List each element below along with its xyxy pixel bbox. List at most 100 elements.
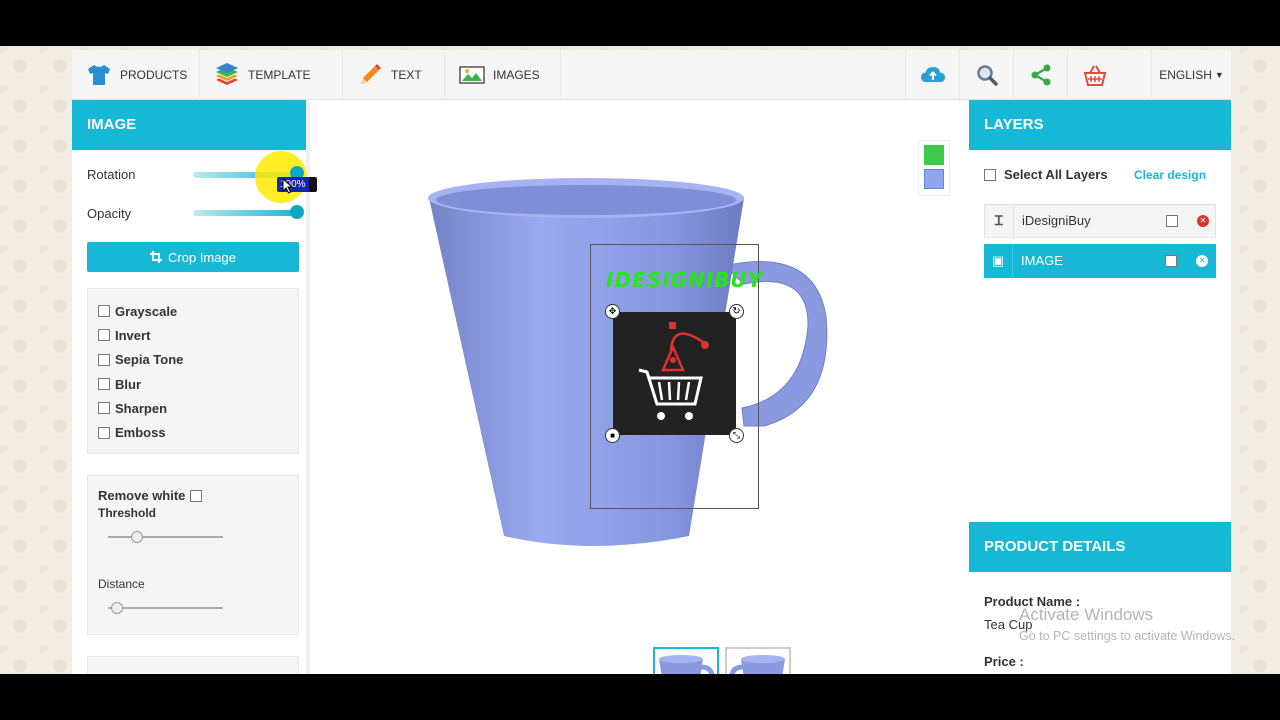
filter-label: Sepia Tone <box>115 352 184 368</box>
screen: PRODUCTS TEMPLATE TEXT IMAGES ENGLISH ▼ … <box>0 46 1280 674</box>
distance-slider-handle[interactable] <box>111 602 123 614</box>
select-all-layers[interactable]: Select All Layers <box>984 167 1108 182</box>
view-thumbnail-back[interactable] <box>725 647 791 674</box>
mouse-pointer-icon <box>282 178 294 194</box>
layer-visibility-checkbox[interactable] <box>1166 215 1178 227</box>
language-label: ENGLISH <box>1159 68 1212 82</box>
basket-icon <box>1083 65 1106 86</box>
view-thumbnail-front[interactable] <box>653 647 719 674</box>
clear-design-link[interactable]: Clear design <box>1134 168 1206 182</box>
text-layer-icon: Ꮖ <box>994 213 1004 228</box>
layer-row-text[interactable]: Ꮖ iDesigniBuy ✕ <box>984 204 1216 238</box>
remove-white-box: Remove white Threshold Distance <box>87 475 299 635</box>
nav-text-label: TEXT <box>391 68 422 82</box>
filters-box: Grayscale Invert Sepia Tone Blur Sharpen… <box>87 288 299 454</box>
select-all-label: Select All Layers <box>1004 167 1108 182</box>
color-swatch-blue[interactable] <box>924 169 944 189</box>
remove-white-checkbox[interactable] <box>190 489 203 502</box>
select-all-checkbox[interactable] <box>984 168 996 181</box>
cloud-upload-icon <box>920 67 945 82</box>
lock-handle-icon[interactable]: ■ <box>605 428 620 443</box>
filter-sepia-tone[interactable]: Sepia Tone <box>88 348 298 372</box>
opacity-slider-handle[interactable] <box>290 205 304 219</box>
remove-layer-icon[interactable]: ✕ <box>1197 215 1209 227</box>
price-label: Price : <box>984 654 1024 669</box>
search-button[interactable] <box>959 50 1013 100</box>
image-layer[interactable]: ✥ ↻ ■ ⤡ <box>605 304 744 443</box>
rotate-handle-icon[interactable]: ↻ <box>729 304 744 319</box>
caret-down-icon: ▼ <box>1214 70 1224 80</box>
nav-products-label: PRODUCTS <box>120 68 188 82</box>
checkbox[interactable] <box>98 353 110 366</box>
image-panel-title: IMAGE <box>72 100 306 150</box>
filter-label: Emboss <box>115 425 166 441</box>
windows-activation-watermark: Activate Windows Go to PC settings to ac… <box>1019 605 1235 643</box>
top-nav: PRODUCTS TEMPLATE TEXT IMAGES ENGLISH ▼ <box>72 50 1231 100</box>
threshold-label: Threshold <box>98 506 157 520</box>
nav-template-label: TEMPLATE <box>248 68 311 82</box>
layers-panel: LAYERS Select All Layers Clear design Ꮖ … <box>969 100 1231 674</box>
layer-visibility-checkbox[interactable] <box>1165 255 1177 267</box>
threshold-slider-handle[interactable] <box>131 531 143 543</box>
checkbox[interactable] <box>98 378 110 391</box>
filter-label: Invert <box>115 327 151 343</box>
remove-white-row: Remove white <box>98 488 207 503</box>
nav-text[interactable]: TEXT <box>343 50 445 100</box>
filter-blur[interactable]: Blur <box>88 372 298 396</box>
remove-white-label: Remove white <box>98 488 186 503</box>
opacity-slider[interactable] <box>193 210 297 216</box>
nav-products[interactable]: PRODUCTS <box>72 50 200 100</box>
watermark-subtitle: Go to PC settings to activate Windows. <box>1019 629 1236 643</box>
crop-icon <box>150 251 163 263</box>
search-icon <box>976 65 998 86</box>
product-details-title: PRODUCT DETAILS <box>969 522 1231 572</box>
distance-slider[interactable] <box>108 607 223 609</box>
remove-layer-icon[interactable]: ✕ <box>1196 255 1208 267</box>
resize-handle-icon[interactable]: ⤡ <box>729 428 744 443</box>
checkbox[interactable] <box>98 305 110 318</box>
design-canvas: IDESIGNIBUY ✥ ↻ ■ ⤡ <box>384 116 916 674</box>
checkbox[interactable] <box>98 402 110 415</box>
cloud-upload-button[interactable] <box>905 50 959 100</box>
image-layer-icon: ▣ <box>991 253 1005 268</box>
nav-images-label: IMAGES <box>493 68 540 82</box>
checkbox[interactable] <box>98 329 110 342</box>
tshirt-icon <box>86 62 112 88</box>
nav-template[interactable]: TEMPLATE <box>200 50 343 100</box>
filter-label: Sharpen <box>115 400 168 416</box>
layers-stack-icon <box>214 62 240 88</box>
move-handle-icon[interactable]: ✥ <box>605 304 620 319</box>
filter-grayscale[interactable]: Grayscale <box>88 299 298 323</box>
opacity-label: Opacity <box>87 206 132 221</box>
crop-image-label: Crop Image <box>168 249 236 265</box>
design-text-layer[interactable]: IDESIGNIBUY <box>606 268 763 292</box>
filter-invert[interactable]: Invert <box>88 323 298 347</box>
color-swatch-green[interactable] <box>924 145 944 165</box>
distance-label: Distance <box>98 577 145 591</box>
layer-name: iDesigniBuy <box>1013 205 1158 237</box>
watermark-title: Activate Windows <box>1019 605 1154 624</box>
crop-image-button[interactable]: Crop Image <box>87 242 299 272</box>
layer-name: IMAGE <box>1012 244 1157 278</box>
filter-emboss[interactable]: Emboss <box>88 420 298 444</box>
designer-app: PRODUCTS TEMPLATE TEXT IMAGES ENGLISH ▼ … <box>72 50 1231 674</box>
filter-label: Blur <box>115 376 141 392</box>
threshold-slider[interactable] <box>108 536 223 538</box>
more-options-box <box>87 656 299 674</box>
rotation-label: Rotation <box>87 167 136 182</box>
layer-row-image[interactable]: ▣ IMAGE ✕ <box>984 244 1216 278</box>
checkbox[interactable] <box>98 426 110 439</box>
design-cart-logo <box>638 322 709 420</box>
mug-thumbnail <box>659 655 715 674</box>
pencil-icon <box>357 62 383 88</box>
image-panel: IMAGE Rotation 100% Opacity Crop Image G… <box>72 100 317 674</box>
share-icon <box>1031 64 1050 86</box>
language-dropdown[interactable]: ENGLISH ▼ <box>1151 50 1231 100</box>
filter-sharpen[interactable]: Sharpen <box>88 396 298 420</box>
share-button[interactable] <box>1013 50 1067 100</box>
filter-label: Grayscale <box>115 303 178 319</box>
layers-title: LAYERS <box>969 100 1231 150</box>
color-swatch-panel <box>918 140 950 196</box>
cart-button[interactable] <box>1067 50 1121 100</box>
nav-images[interactable]: IMAGES <box>445 50 561 100</box>
